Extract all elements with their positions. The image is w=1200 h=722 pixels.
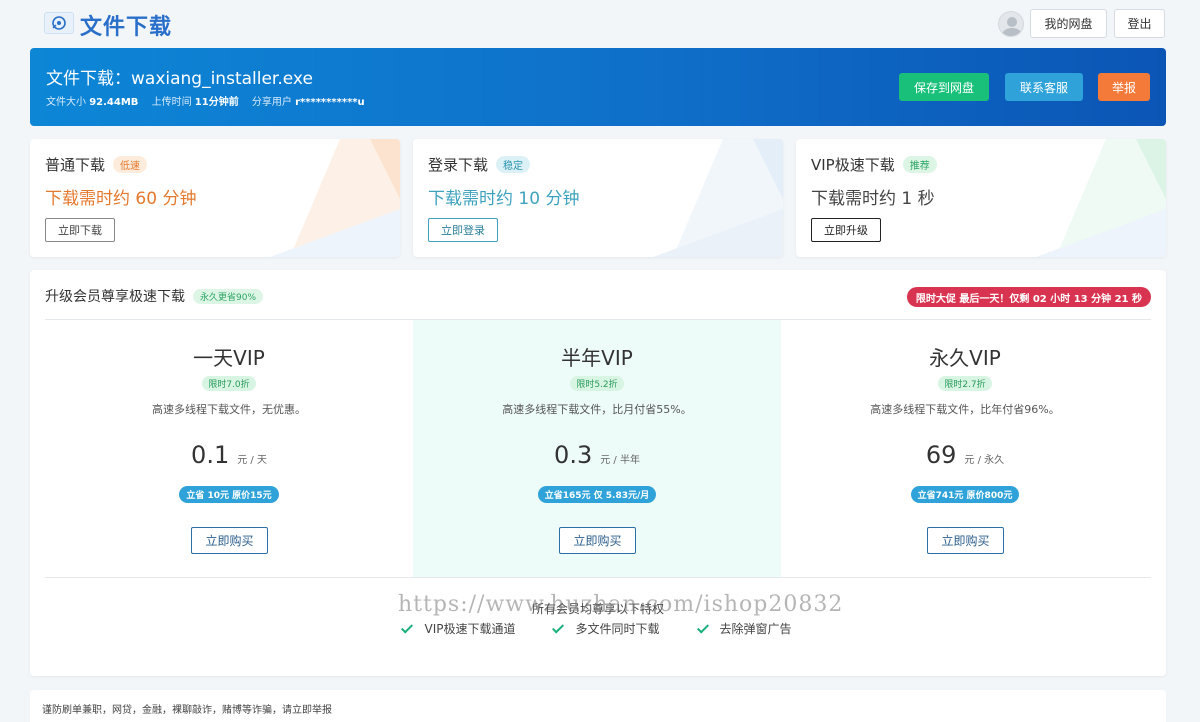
plan-saving: 立省165元 仅 5.83元/月 — [413, 483, 781, 503]
perk-label: 去除弹窗广告 — [719, 622, 792, 636]
vip-heading-text: 升级会员尊享极速下载 — [45, 289, 185, 305]
my-disk-button[interactable]: 我的网盘 — [1030, 9, 1107, 38]
option-title: 登录下载 稳定 — [428, 154, 531, 175]
plan-name: 半年VIP — [561, 346, 633, 370]
plan-price: 0.1 元 / 天 — [45, 441, 413, 469]
download-time: 下载需时约 10 分钟 — [428, 189, 580, 209]
plan-saving: 立省 10元 原价15元 — [45, 483, 413, 503]
perks-list: VIP极速下载通道 多文件同时下载 去除弹窗广告 — [30, 620, 1166, 637]
vip-download-card: VIP极速下载 推荐 下载需时约 1 秒 立即升级 — [796, 139, 1166, 257]
avatar[interactable] — [998, 11, 1024, 37]
plan-name: 永久VIP — [929, 346, 1001, 370]
plan-half-year: 半年VIP 限时5.2折 高速多线程下载文件，比月付省55%。 0.3 元 / 半… — [413, 320, 781, 577]
vip-heading: 升级会员尊享极速下载 永久更省90% — [45, 286, 264, 306]
promo-countdown: 限时大促 最后一天！仅剩 02 小时 13 分钟 21 秒 — [906, 287, 1151, 307]
plan-discount: 限时5.2折 — [413, 372, 781, 391]
price-value: 0.1 — [191, 441, 230, 469]
plan-price: 0.3 元 / 半年 — [413, 441, 781, 469]
normal-download-card: 普通下载 低速 下载需时约 60 分钟 立即下载 — [30, 139, 400, 257]
plan-day: 一天VIP 限时7.0折 高速多线程下载文件，无优惠。 0.1 元 / 天 立省 … — [45, 320, 413, 577]
plan-description: 高速多线程下载文件，比月付省55%。 — [502, 403, 692, 416]
file-title: 文件下载：waxiang_installer.exe — [46, 69, 313, 89]
check-icon — [696, 620, 709, 634]
discount-badge: 限时5.2折 — [570, 376, 624, 391]
file-banner: 文件下载：waxiang_installer.exe 文件大小 92.44MB … — [30, 48, 1166, 126]
card-decoration — [653, 139, 783, 257]
price-value: 69 — [925, 441, 957, 469]
perk-item: 多文件同时下载 — [552, 620, 660, 637]
perk-label: VIP极速下载通道 — [424, 622, 516, 636]
option-title-text: VIP极速下载 — [811, 156, 895, 174]
report-button[interactable]: 举报 — [1098, 73, 1150, 101]
card-decoration — [270, 139, 400, 257]
option-title-text: 登录下载 — [428, 156, 489, 174]
login-download-card: 登录下载 稳定 下载需时约 10 分钟 立即登录 — [413, 139, 783, 257]
plan-description: 高速多线程下载文件，无优惠。 — [152, 403, 306, 416]
plan-name: 一天VIP — [193, 346, 265, 370]
plan-saving: 立省741元 原价800元 — [781, 483, 1149, 503]
discount-badge: 限时7.0折 — [202, 376, 256, 391]
check-icon — [401, 620, 414, 634]
card-decoration — [1036, 139, 1166, 257]
logo-icon[interactable] — [44, 12, 74, 34]
file-size-label: 文件大小 — [46, 97, 86, 108]
saving-badge: 立省 10元 原价15元 — [179, 486, 279, 503]
perks-title: 所有会员均尊享以下特权 — [531, 602, 664, 616]
option-title: VIP极速下载 推荐 — [811, 154, 937, 175]
price-unit: 元 / 永久 — [964, 455, 1005, 466]
file-size: 92.44MB — [89, 97, 139, 108]
upload-time-label: 上传时间 — [151, 97, 192, 108]
saving-badge: 立省741元 原价800元 — [910, 486, 1020, 503]
price-unit: 元 / 半年 — [600, 455, 640, 466]
check-icon — [552, 620, 565, 634]
login-now-button[interactable]: 立即登录 — [428, 218, 498, 242]
logout-button[interactable]: 登出 — [1114, 9, 1165, 38]
save-badge: 永久更省90% — [193, 288, 264, 304]
plan-price: 69 元 / 永久 — [781, 441, 1149, 469]
download-time: 下载需时约 1 秒 — [811, 189, 935, 209]
perk-item: 去除弹窗广告 — [696, 620, 792, 637]
save-to-disk-button[interactable]: 保存到网盘 — [899, 73, 989, 101]
option-title-text: 普通下载 — [45, 156, 106, 174]
stability-badge: 稳定 — [496, 156, 531, 173]
download-now-button[interactable]: 立即下载 — [45, 218, 115, 242]
plan-discount: 限时7.0折 — [45, 372, 413, 391]
plan-description: 高速多线程下载文件，比年付省96%。 — [870, 403, 1060, 416]
download-time: 下载需时约 60 分钟 — [45, 189, 197, 209]
vip-panel: 升级会员尊享极速下载 永久更省90% 限时大促 最后一天！仅剩 02 小时 13… — [30, 270, 1166, 676]
file-meta: 文件大小 92.44MB 上传时间 11分钟前 分享用户 r**********… — [46, 93, 375, 108]
saving-badge: 立省165元 仅 5.83元/月 — [537, 486, 657, 503]
fraud-notice: 谨防刷单兼职，网贷，金融，裸聊敲诈，赌博等诈骗，请立即举报 — [30, 690, 1166, 722]
divider — [45, 577, 1151, 578]
discount-badge: 限时2.7折 — [938, 376, 992, 391]
recommend-badge: 推荐 — [902, 156, 937, 173]
perk-label: 多文件同时下载 — [575, 622, 660, 636]
plan-discount: 限时2.7折 — [781, 372, 1149, 391]
option-title: 普通下载 低速 — [45, 154, 148, 175]
page-title: 文件下载 — [80, 15, 173, 40]
upload-time: 11分钟前 — [194, 97, 239, 108]
price-value: 0.3 — [554, 441, 593, 469]
buy-now-button[interactable]: 立即购买 — [191, 527, 268, 554]
perk-item: VIP极速下载通道 — [401, 620, 516, 637]
contact-service-button[interactable]: 联系客服 — [1005, 73, 1083, 101]
upgrade-now-button[interactable]: 立即升级 — [811, 218, 881, 242]
sharer-name: r***********u — [295, 97, 365, 108]
speed-badge: 低速 — [113, 156, 148, 173]
notice-text: 谨防刷单兼职，网贷，金融，裸聊敲诈，赌博等诈骗，请立即举报 — [42, 705, 332, 716]
top-bar: 文件下载 我的网盘 登出 — [0, 0, 1200, 46]
buy-now-button[interactable]: 立即购买 — [559, 527, 636, 554]
sharer-label: 分享用户 — [251, 97, 292, 108]
buy-now-button[interactable]: 立即购买 — [927, 527, 1004, 554]
price-unit: 元 / 天 — [237, 455, 267, 466]
plan-lifetime: 永久VIP 限时2.7折 高速多线程下载文件，比年付省96%。 69 元 / 永久… — [781, 320, 1149, 577]
